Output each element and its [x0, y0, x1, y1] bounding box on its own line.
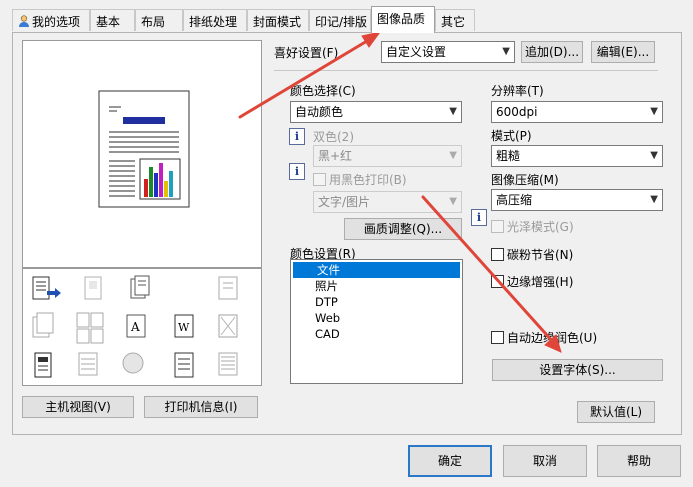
arrowhead-icon: [361, 31, 382, 48]
arrow-to-font-button-icon: [421, 195, 556, 345]
tab-label: 图像品质: [377, 12, 426, 26]
annotation-arrows: [238, 31, 562, 353]
tab-image-quality[interactable]: 图像品质: [371, 6, 435, 33]
arrow-to-tab-icon: [238, 36, 374, 119]
